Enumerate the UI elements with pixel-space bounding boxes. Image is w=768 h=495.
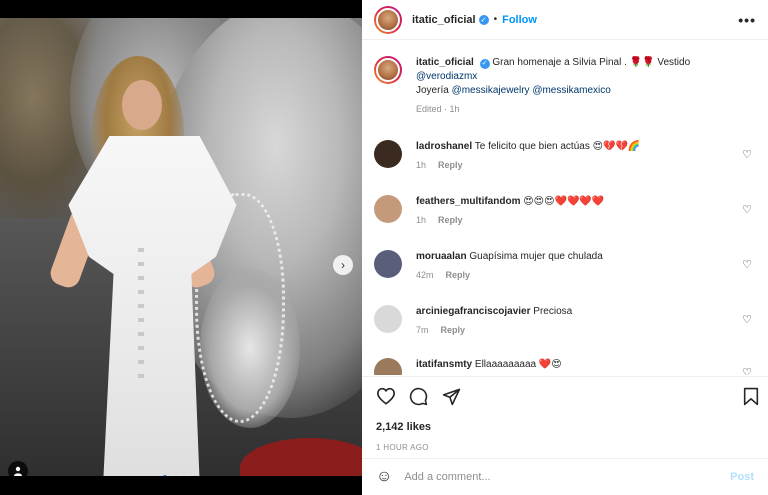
avatar[interactable] [374,358,402,375]
comment-icon[interactable] [409,387,428,409]
post-caption: itatic_oficial ✓ Gran homenaje a Silvia … [374,56,756,116]
post-modal: › itatic_oficial ✓ • Follow ••• itatic_o… [0,0,768,495]
comment-text: Ellaaaaaaaaa ❤️😍 [474,359,562,370]
reply-button[interactable]: Reply [438,215,463,225]
follow-button[interactable]: Follow [502,14,537,26]
comment-input[interactable] [404,471,715,483]
comment-text: Guapísima mujer que chulada [469,251,603,262]
avatar[interactable] [374,250,402,278]
comment-time: 1h [416,160,427,170]
post-header: itatic_oficial ✓ • Follow ••• [362,0,768,40]
comments-list[interactable]: itatic_oficial ✓ Gran homenaje a Silvia … [362,40,768,375]
comment-time: 7m [416,325,429,335]
header-separator: • [493,14,498,25]
caption-meta: Edited · 1h [416,104,460,114]
verified-badge-icon: ✓ [478,14,489,25]
comment-body: arciniegafranciscojavier Preciosa 7m Repl… [416,305,572,337]
comment-item: feathers_multifandom 😍😍😍❤️❤️❤️❤️ 1h Reply… [374,195,756,227]
comment-like-heart-icon[interactable]: ♡ [742,148,752,161]
carousel-dot [171,475,175,476]
send-icon[interactable] [442,387,461,409]
carousel-dot [179,475,183,476]
caption-text: Gran homenaje a Silvia Pinal . 🌹🌹 Vestid… [492,57,691,68]
comment-username[interactable]: moruaalan [416,251,467,262]
heart-outline-icon[interactable] [376,387,396,408]
verified-badge-icon: ✓ [479,59,490,69]
photo-woman-face [122,80,162,130]
comment-body: itatifansmty Ellaaaaaaaaa ❤️😍 [416,358,562,375]
comment-body: feathers_multifandom 😍😍😍❤️❤️❤️❤️ 1h Reply [416,195,604,227]
carousel-next-button[interactable]: › [333,255,353,275]
caption-mention[interactable]: @messikajewelry [452,85,530,96]
bookmark-icon[interactable] [743,387,759,409]
comment-time: 42m [416,270,434,280]
caption-mention[interactable]: @messikamexico [532,85,611,96]
comment-item: moruaalan Guapísima mujer que chulada 42… [374,250,756,282]
add-comment-bar: ☺ Post [362,458,768,495]
caption-username[interactable]: itatic_oficial [416,57,474,68]
comment-item: arciniegafranciscojavier Preciosa 7m Repl… [374,305,756,337]
comment-body: moruaalan Guapísima mujer que chulada 42… [416,250,603,282]
comment-body: ladroshanel Te felicito que bien actúas … [416,140,640,172]
likes-count[interactable]: 2,142 likes [376,421,431,433]
comment-text: 😍😍😍❤️❤️❤️❤️ [523,196,605,207]
comment-username[interactable]: arciniegafranciscojavier [416,306,531,317]
comment-like-heart-icon[interactable]: ♡ [742,313,752,326]
tagged-users-button[interactable] [8,461,28,476]
comment-like-heart-icon[interactable]: ♡ [742,203,752,216]
caption-joyeria: Joyería [416,85,449,96]
avatar[interactable] [374,56,402,84]
avatar[interactable] [374,5,402,34]
chevron-right-icon: › [341,258,345,272]
comment-like-heart-icon[interactable]: ♡ [742,366,752,375]
reply-button[interactable]: Reply [446,270,471,280]
carousel-dot [163,475,167,476]
carousel-dot [187,475,191,476]
comment-text: Te felicito que bien actúas 😍💔💔🌈 [474,141,641,152]
header-username[interactable]: itatic_oficial [412,14,476,26]
comment-text: Preciosa [533,306,573,317]
avatar[interactable] [374,140,402,168]
reply-button[interactable]: Reply [438,160,463,170]
comment-username[interactable]: itatifansmty [416,359,472,370]
carousel-dots [163,475,191,476]
photo-dress-buttons [138,248,144,388]
post-time-ago[interactable]: 1 HOUR AGO [376,443,429,452]
post-comment-button[interactable]: Post [730,471,754,483]
user-icon [14,466,22,476]
comment-item: ladroshanel Te felicito que bien actúas … [374,140,756,172]
post-side-panel: itatic_oficial ✓ • Follow ••• itatic_ofi… [362,0,768,495]
caption-body: itatic_oficial ✓ Gran homenaje a Silvia … [416,56,690,116]
reply-button[interactable]: Reply [441,325,466,335]
more-options-icon[interactable]: ••• [738,12,756,28]
action-bar [362,376,768,416]
post-image[interactable]: › [0,18,362,476]
comment-time: 1h [416,215,427,225]
comment-like-heart-icon[interactable]: ♡ [742,258,752,271]
avatar[interactable] [374,195,402,223]
comment-username[interactable]: ladroshanel [416,141,472,152]
caption-mention[interactable]: @verodiazmx [416,71,477,82]
comment-item: itatifansmty Ellaaaaaaaaa ❤️😍 ♡ [374,358,756,375]
comment-username[interactable]: feathers_multifandom [416,196,520,207]
avatar[interactable] [374,305,402,333]
emoji-icon[interactable]: ☺ [376,468,392,486]
